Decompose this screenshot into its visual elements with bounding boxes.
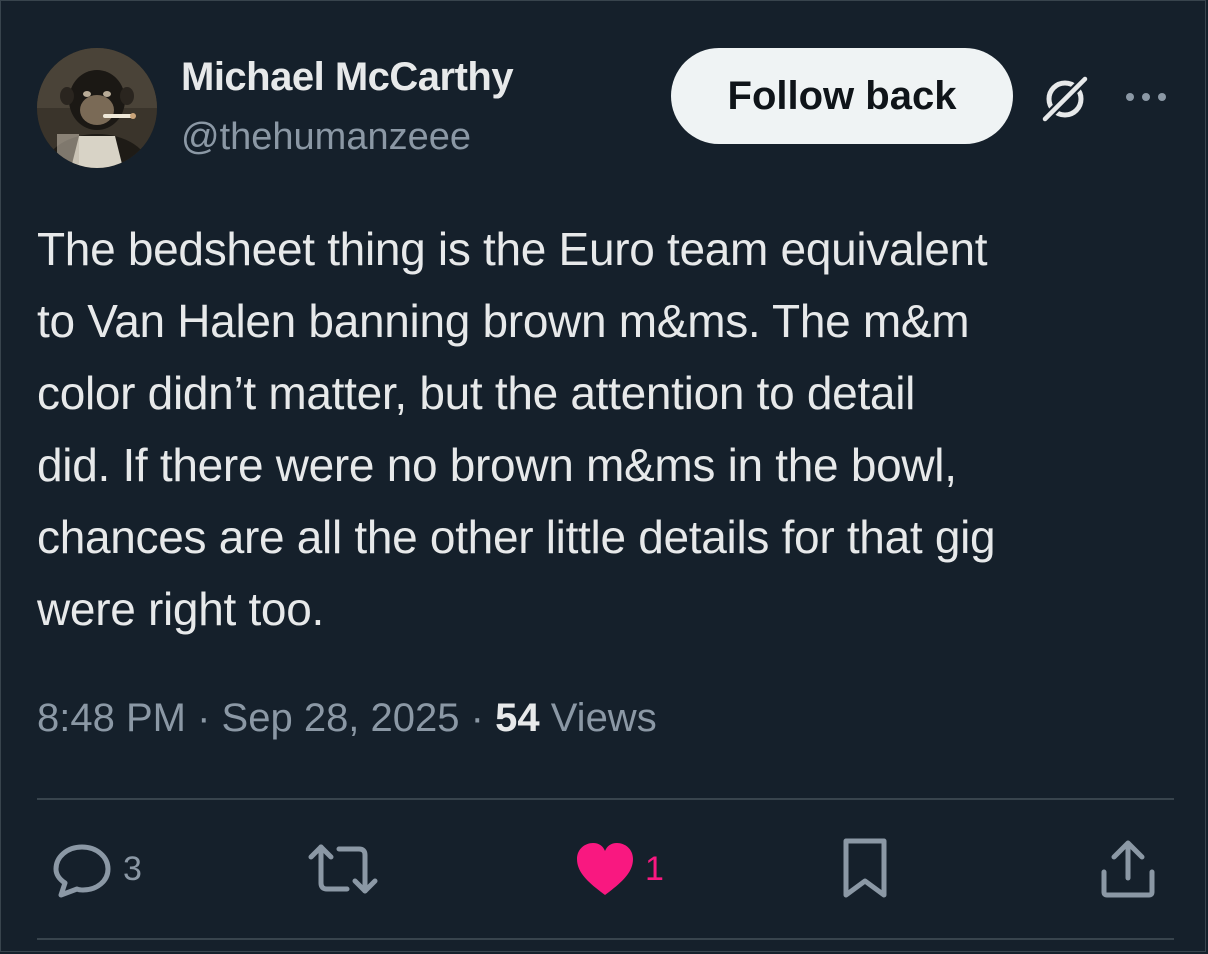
- post-card: Michael McCarthy @thehumanzeee Follow ba…: [0, 0, 1206, 952]
- meta-separator: ·: [197, 696, 222, 740]
- reply-count: 3: [123, 849, 142, 888]
- bookmark-icon: [843, 838, 887, 898]
- post-time[interactable]: 8:48 PM: [37, 696, 186, 740]
- post-meta: 8:48 PM · Sep 28, 2025 · 54 Views: [37, 696, 657, 741]
- grok-icon[interactable]: [1037, 71, 1093, 127]
- retweet-icon: [308, 844, 378, 894]
- avatar[interactable]: [37, 48, 157, 168]
- more-icon[interactable]: [1121, 85, 1171, 109]
- views-count: 54: [495, 696, 540, 740]
- share-icon: [1101, 840, 1155, 898]
- retweet-button[interactable]: [307, 837, 379, 901]
- like-count: 1: [645, 849, 664, 888]
- divider-bottom: [37, 938, 1174, 940]
- post-date[interactable]: Sep 28, 2025: [222, 696, 460, 740]
- divider-top: [37, 798, 1174, 800]
- like-button[interactable]: 1: [575, 837, 664, 901]
- reply-button[interactable]: 3: [51, 837, 142, 901]
- post-text: The bedsheet thing is the Euro team equi…: [37, 223, 996, 635]
- views-label: Views: [550, 696, 657, 740]
- follow-back-button[interactable]: Follow back: [671, 48, 1013, 144]
- meta-separator: ·: [470, 696, 496, 740]
- bookmark-button[interactable]: [841, 837, 889, 901]
- reply-icon: [53, 844, 111, 898]
- share-button[interactable]: [1099, 837, 1157, 901]
- author-name[interactable]: Michael McCarthy: [181, 55, 514, 100]
- author-handle[interactable]: @thehumanzeee: [181, 116, 471, 159]
- heart-icon: [577, 843, 633, 895]
